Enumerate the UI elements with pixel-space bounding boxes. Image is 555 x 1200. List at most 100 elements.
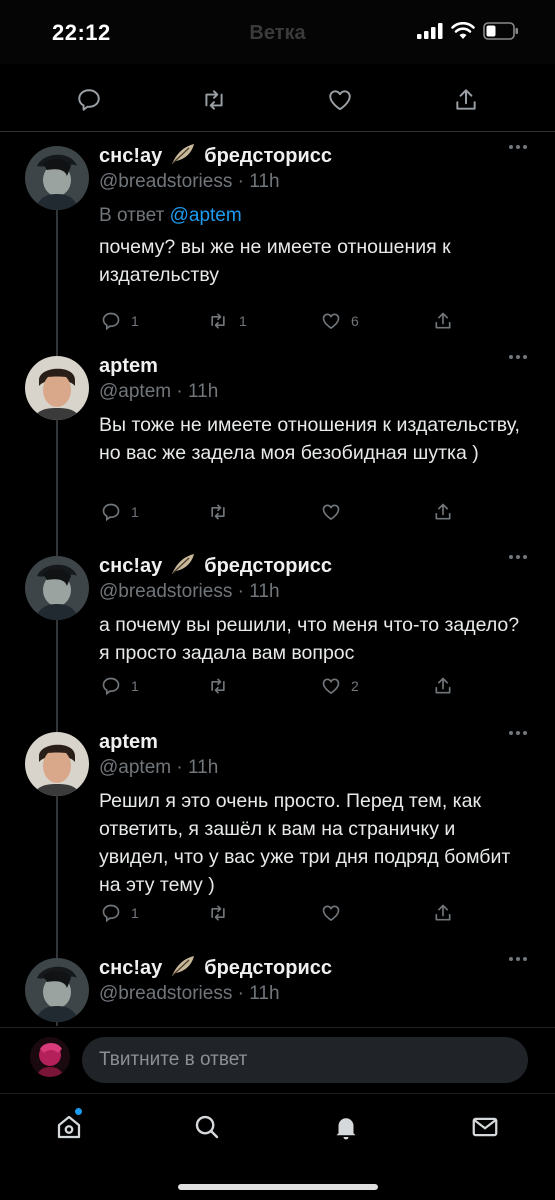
- more-options-icon[interactable]: [509, 731, 529, 741]
- reply-count: 1: [131, 678, 139, 694]
- reply-icon: [78, 89, 100, 111]
- like-button[interactable]: [321, 502, 341, 522]
- handle[interactable]: @aptem: [99, 757, 171, 778]
- reply-context: В ответ @aptem: [99, 205, 242, 226]
- share-icon: [435, 904, 451, 921]
- share-icon: [435, 503, 451, 520]
- reply-count: 1: [131, 313, 139, 329]
- display-name[interactable]: снс!ау: [99, 555, 162, 578]
- reply-icon: [102, 312, 120, 331]
- reply-button[interactable]: 1: [101, 676, 139, 696]
- retweet-button[interactable]: 1: [207, 311, 247, 331]
- tweet-text: Решил я это очень просто. Перед тем, как…: [99, 790, 511, 896]
- like-button[interactable]: [321, 903, 341, 923]
- retweet-icon: [211, 678, 225, 694]
- share-button[interactable]: [433, 502, 453, 522]
- feather-icon: [170, 955, 196, 982]
- retweet-icon: [211, 504, 225, 520]
- retweet-button[interactable]: [207, 903, 229, 923]
- wifi-icon: [451, 22, 475, 39]
- avatar[interactable]: [25, 356, 89, 420]
- timestamp: 11h: [249, 581, 280, 602]
- display-name[interactable]: aptem: [99, 355, 158, 378]
- tweet[interactable]: aptem @aptem · 11h Решил я это очень про…: [0, 729, 555, 939]
- tweet[interactable]: снс!ау бредсторисс @breadstoriess · 11h …: [0, 143, 555, 343]
- display-name-suffix[interactable]: бредсторисс: [204, 145, 332, 168]
- reply-icon: [102, 503, 120, 522]
- feather-icon: [170, 553, 196, 580]
- reply-button[interactable]: 1: [101, 502, 139, 522]
- retweet-icon: [205, 90, 223, 110]
- battery-icon: [483, 22, 518, 40]
- tweet-text: почему? вы же не имеете отношения к изда…: [99, 236, 451, 286]
- tweet-actions: 1: [99, 903, 529, 929]
- tweet-actions: 1 1 6: [99, 311, 529, 337]
- share-icon: [435, 677, 451, 694]
- share-button[interactable]: [433, 676, 453, 696]
- retweet-button[interactable]: [207, 502, 229, 522]
- heart-icon: [322, 504, 340, 521]
- share-button[interactable]: [452, 86, 480, 114]
- mail-icon: [472, 1117, 498, 1137]
- tweet[interactable]: снс!ау бредсторисс @breadstoriess · 11h …: [0, 553, 555, 703]
- reply-count: 1: [131, 905, 139, 921]
- more-options-icon[interactable]: [509, 957, 529, 967]
- display-name-suffix[interactable]: бредсторисс: [204, 957, 332, 980]
- tweet[interactable]: снс!ау бредсторисс @breadstoriess · 11h: [0, 955, 555, 1026]
- like-button[interactable]: 6: [321, 311, 359, 331]
- reply-composer: Твитните в ответ: [0, 1027, 555, 1093]
- retweet-button[interactable]: [200, 86, 228, 114]
- handle[interactable]: @breadstoriess: [99, 983, 232, 1004]
- my-avatar[interactable]: [30, 1037, 70, 1077]
- mention-link[interactable]: @aptem: [170, 205, 242, 226]
- reply-input[interactable]: Твитните в ответ: [82, 1037, 528, 1083]
- tab-messages[interactable]: [470, 1112, 500, 1142]
- heart-icon: [329, 90, 351, 111]
- tweet-action-bar: [0, 64, 555, 132]
- display-name-suffix[interactable]: бредсторисс: [204, 555, 332, 578]
- home-indicator[interactable]: [178, 1184, 378, 1190]
- tab-search[interactable]: [192, 1112, 222, 1142]
- like-count: 2: [351, 678, 359, 694]
- tweet-actions: 1: [99, 502, 529, 528]
- home-icon: [57, 1115, 81, 1139]
- more-options-icon[interactable]: [509, 555, 529, 565]
- tab-home[interactable]: [54, 1112, 84, 1142]
- reply-count: 1: [131, 504, 139, 520]
- more-options-icon[interactable]: [509, 355, 529, 365]
- status-bar: Ветка 22:12: [0, 0, 555, 64]
- handle[interactable]: @breadstoriess: [99, 171, 232, 192]
- reply-button[interactable]: [75, 86, 103, 114]
- tweet-text: а почему вы решили, что меня что-то заде…: [99, 614, 520, 664]
- thread: снс!ау бредсторисс @breadstoriess · 11h …: [0, 133, 555, 1026]
- tab-notifications[interactable]: [331, 1112, 361, 1142]
- reply-button[interactable]: 1: [101, 311, 139, 331]
- like-button[interactable]: [326, 86, 354, 114]
- retweet-button[interactable]: [207, 676, 229, 696]
- display-name[interactable]: снс!ау: [99, 957, 162, 980]
- display-name[interactable]: aptem: [99, 731, 158, 754]
- heart-icon: [322, 313, 340, 330]
- reply-icon: [102, 677, 120, 696]
- new-content-dot: [75, 1108, 82, 1115]
- search-icon: [195, 1115, 219, 1139]
- tweet-actions: 1 2: [99, 676, 529, 702]
- handle[interactable]: @breadstoriess: [99, 581, 232, 602]
- reply-button[interactable]: 1: [101, 903, 139, 923]
- share-button[interactable]: [433, 903, 453, 923]
- share-button[interactable]: [433, 311, 453, 331]
- like-button[interactable]: 2: [321, 676, 359, 696]
- avatar[interactable]: [25, 556, 89, 620]
- retweet-icon: [211, 313, 225, 329]
- tweet[interactable]: aptem @aptem · 11h Вы тоже не имеете отн…: [0, 353, 555, 533]
- share-icon: [435, 312, 451, 329]
- heart-icon: [322, 678, 340, 695]
- like-count: 6: [351, 313, 359, 329]
- display-name[interactable]: снс!ау: [99, 145, 162, 168]
- avatar[interactable]: [25, 958, 89, 1022]
- handle[interactable]: @aptem: [99, 381, 171, 402]
- avatar[interactable]: [25, 146, 89, 210]
- tab-bar: [0, 1093, 555, 1200]
- more-options-icon[interactable]: [509, 145, 529, 155]
- avatar[interactable]: [25, 732, 89, 796]
